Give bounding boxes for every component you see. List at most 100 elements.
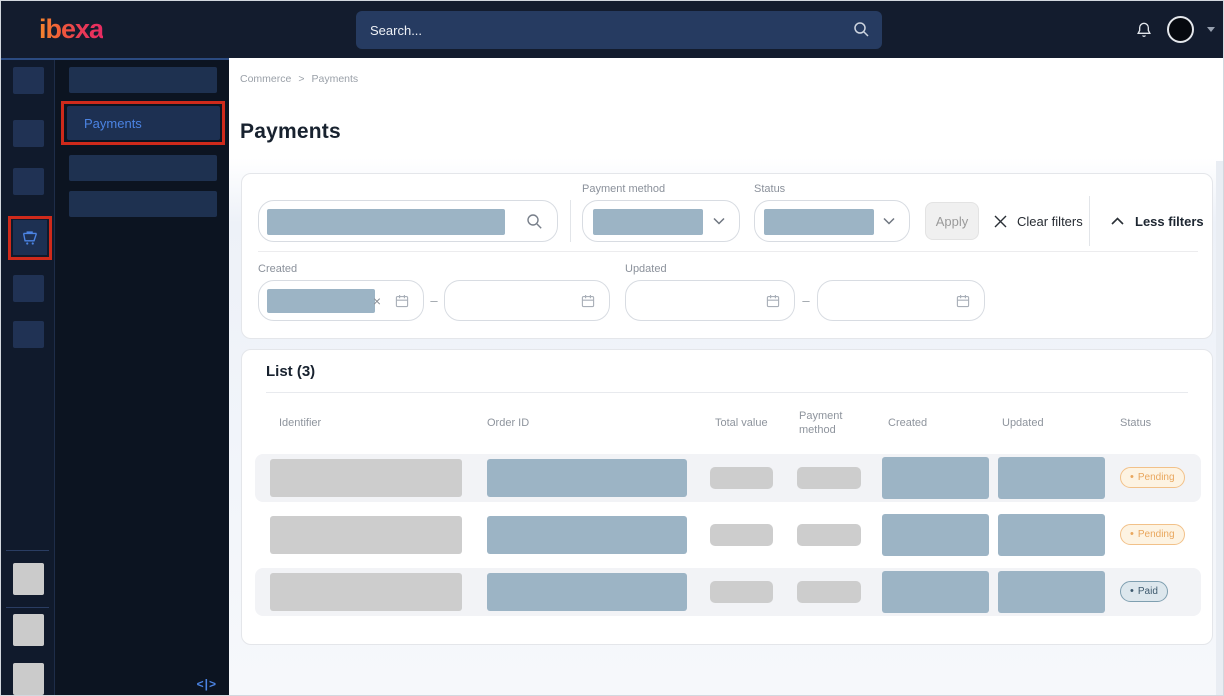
list-divider bbox=[266, 392, 1188, 393]
nav-rail-item-bottom[interactable] bbox=[13, 663, 44, 695]
created-value bbox=[882, 571, 989, 613]
total-value bbox=[710, 467, 773, 489]
table-header-row: Identifier Order ID Total value Payment … bbox=[242, 406, 1212, 440]
col-updated: Updated bbox=[1002, 406, 1044, 440]
chevron-down-icon bbox=[712, 216, 726, 226]
notifications-bell-icon[interactable] bbox=[1134, 19, 1154, 41]
table-row[interactable]: • Paid bbox=[255, 568, 1201, 616]
date-range-separator: – bbox=[798, 280, 814, 321]
nav-rail-item-bottom[interactable] bbox=[13, 614, 44, 646]
rail-divider bbox=[6, 550, 49, 551]
breadcrumb-separator: > bbox=[298, 73, 304, 85]
sidebar-submenu-item[interactable] bbox=[69, 191, 217, 217]
date-range-separator: – bbox=[426, 280, 442, 321]
user-avatar[interactable] bbox=[1167, 16, 1194, 43]
nav-rail-item[interactable] bbox=[13, 275, 44, 302]
panel-resize-handle[interactable]: <|> bbox=[197, 677, 217, 691]
clear-filters-label: Clear filters bbox=[1017, 214, 1083, 229]
search-icon bbox=[526, 213, 543, 230]
created-label: Created bbox=[258, 263, 297, 275]
list-panel: List (3) Identifier Order ID Total value… bbox=[241, 349, 1213, 645]
less-filters-label: Less filters bbox=[1135, 214, 1204, 229]
sidebar: Payments <|> bbox=[1, 58, 229, 696]
user-menu-caret-down-icon[interactable] bbox=[1207, 27, 1215, 32]
created-to-input[interactable] bbox=[444, 280, 610, 321]
less-filters-toggle[interactable]: Less filters bbox=[1110, 202, 1204, 240]
col-payment-method: Payment method bbox=[799, 406, 855, 440]
status-dot: • bbox=[1130, 472, 1134, 483]
table-row[interactable]: • Pending bbox=[255, 454, 1201, 502]
calendar-icon[interactable] bbox=[580, 293, 596, 309]
top-bar: ibexa bbox=[1, 1, 1224, 58]
order-id-value bbox=[487, 516, 687, 554]
calendar-icon[interactable] bbox=[394, 293, 410, 309]
payment-method-label: Payment method bbox=[582, 183, 665, 195]
redacted-select-value bbox=[593, 209, 703, 235]
created-value bbox=[882, 457, 989, 499]
application-window: ibexa bbox=[0, 0, 1224, 696]
order-id-value bbox=[487, 573, 687, 611]
sidebar-submenu: Payments <|> bbox=[56, 60, 229, 696]
search-icon bbox=[853, 21, 870, 38]
nav-rail-item-bottom[interactable] bbox=[13, 563, 44, 595]
status-badge: • Paid bbox=[1120, 581, 1168, 602]
created-from-input[interactable]: × bbox=[258, 280, 424, 321]
scrollbar-track[interactable] bbox=[1216, 161, 1224, 696]
clear-date-button[interactable]: × bbox=[373, 293, 381, 309]
updated-label: Updated bbox=[625, 263, 667, 275]
annotation-highlight-payments bbox=[61, 101, 225, 145]
global-search bbox=[356, 11, 882, 49]
global-search-input[interactable] bbox=[356, 11, 882, 49]
main-content: Commerce > Payments Payments Payment met… bbox=[229, 58, 1224, 696]
breadcrumb: Commerce > Payments bbox=[240, 73, 358, 85]
col-status: Status bbox=[1120, 406, 1151, 440]
breadcrumb-item-commerce[interactable]: Commerce bbox=[240, 73, 291, 85]
updated-from-input[interactable] bbox=[625, 280, 795, 321]
col-order-id: Order ID bbox=[487, 406, 529, 440]
status-badge: • Pending bbox=[1120, 524, 1185, 545]
created-value bbox=[882, 514, 989, 556]
payment-method-value bbox=[797, 581, 861, 603]
sidebar-submenu-item[interactable] bbox=[69, 67, 217, 93]
filter-search-input[interactable] bbox=[258, 200, 558, 242]
payment-method-select[interactable] bbox=[582, 200, 740, 242]
nav-rail bbox=[1, 60, 55, 696]
col-total-value: Total value bbox=[715, 406, 768, 440]
table-row[interactable]: • Pending bbox=[255, 511, 1201, 559]
chevron-up-icon bbox=[1110, 216, 1125, 226]
redacted-search-value bbox=[267, 209, 505, 235]
status-dot: • bbox=[1130, 529, 1134, 540]
nav-rail-item[interactable] bbox=[13, 67, 44, 94]
top-bar-actions bbox=[1134, 1, 1215, 58]
status-label: Pending bbox=[1138, 529, 1175, 540]
status-dot: • bbox=[1130, 586, 1134, 597]
identifier-value bbox=[270, 573, 462, 611]
identifier-value bbox=[270, 516, 462, 554]
apply-button[interactable]: Apply bbox=[925, 202, 979, 240]
status-label: Pending bbox=[1138, 472, 1175, 483]
payment-method-value bbox=[797, 467, 861, 489]
status-badge: • Pending bbox=[1120, 467, 1185, 488]
nav-rail-item[interactable] bbox=[13, 168, 44, 195]
status-select[interactable] bbox=[754, 200, 910, 242]
calendar-icon[interactable] bbox=[955, 293, 971, 309]
field-divider bbox=[570, 200, 571, 242]
calendar-icon[interactable] bbox=[765, 293, 781, 309]
sidebar-submenu-item[interactable] bbox=[69, 155, 217, 181]
status-label: Status bbox=[754, 183, 785, 195]
updated-to-input[interactable] bbox=[817, 280, 985, 321]
nav-rail-item[interactable] bbox=[13, 120, 44, 147]
identifier-value bbox=[270, 459, 462, 497]
x-icon bbox=[993, 214, 1008, 229]
nav-rail-item[interactable] bbox=[13, 321, 44, 348]
annotation-highlight-cart bbox=[8, 216, 52, 260]
rail-divider bbox=[6, 607, 49, 608]
app-logo[interactable]: ibexa bbox=[39, 14, 103, 45]
filters-row-divider bbox=[258, 251, 1198, 252]
clear-filters-button[interactable]: Clear filters bbox=[993, 202, 1083, 240]
order-id-value bbox=[487, 459, 687, 497]
redacted-select-value bbox=[764, 209, 874, 235]
payment-method-value bbox=[797, 524, 861, 546]
col-identifier: Identifier bbox=[279, 406, 321, 440]
updated-value bbox=[998, 457, 1105, 499]
